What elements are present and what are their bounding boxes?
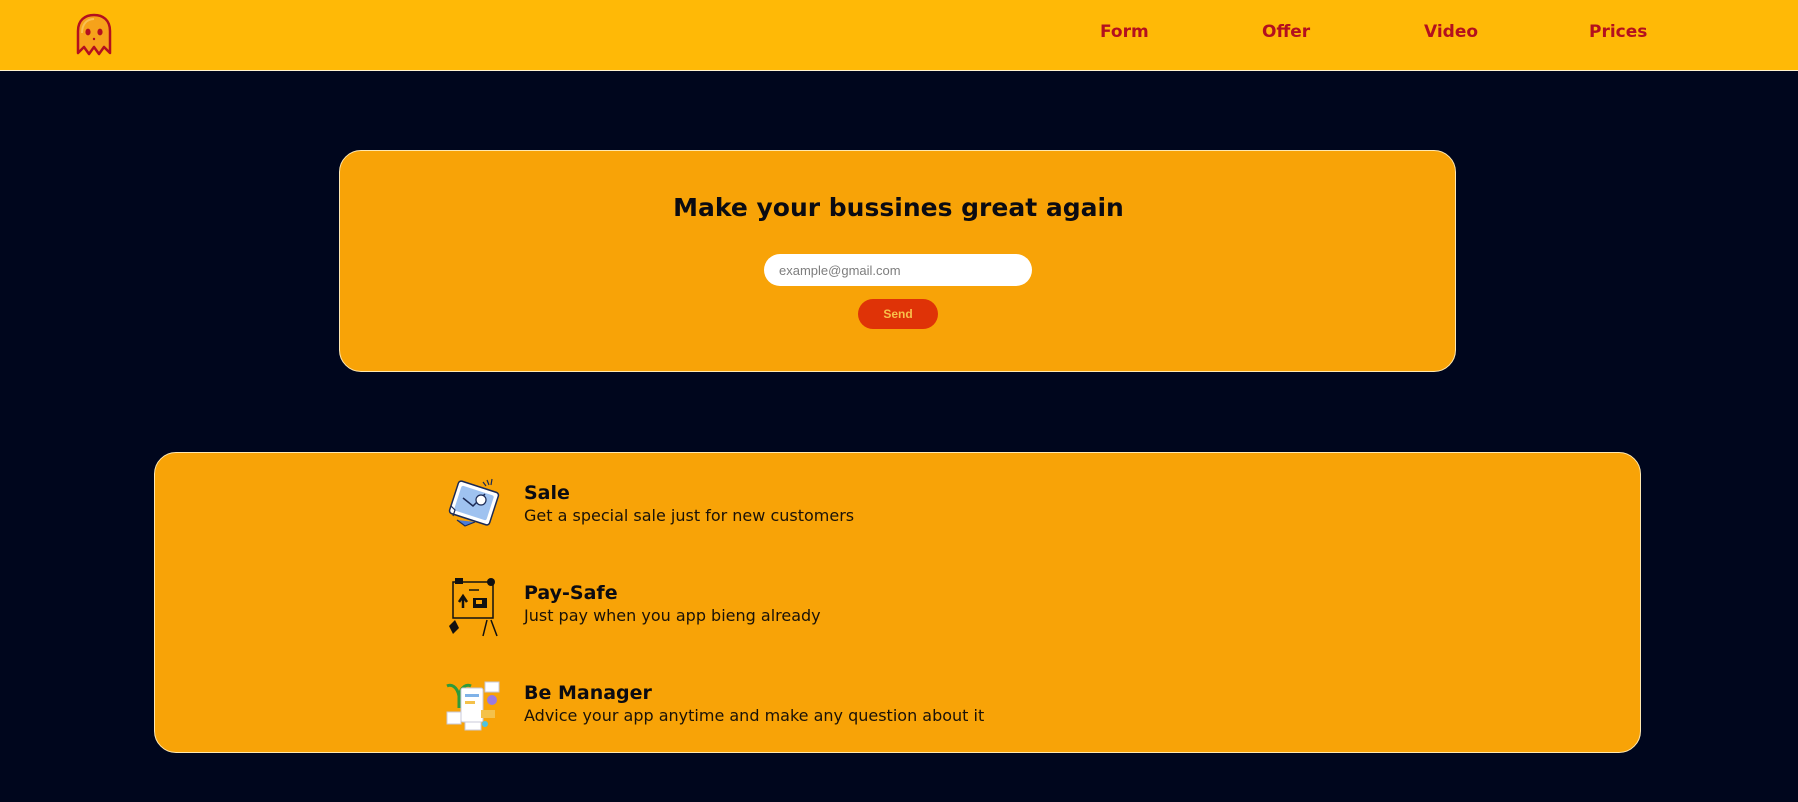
features-panel: Sale Get a special sale just for new cus… — [154, 452, 1641, 753]
email-input[interactable] — [764, 254, 1032, 286]
feature-item-sale: Sale Get a special sale just for new cus… — [445, 476, 1145, 540]
nav-link-form[interactable]: Form — [1100, 22, 1149, 42]
nav-link-video[interactable]: Video — [1424, 22, 1478, 42]
signup-panel: Make your bussines great again Send — [339, 150, 1456, 372]
pay-safe-illustration-icon — [445, 576, 503, 638]
nav-link-offer[interactable]: Offer — [1262, 22, 1310, 42]
feature-item-be-manager: Be Manager Advice your app anytime and m… — [445, 676, 1145, 740]
send-button[interactable]: Send — [858, 299, 938, 329]
feature-title: Pay-Safe — [524, 582, 618, 604]
manager-illustration-icon — [445, 676, 503, 738]
feature-title: Be Manager — [524, 682, 652, 704]
nav-link-prices[interactable]: Prices — [1589, 22, 1647, 42]
feature-description: Just pay when you app bieng already — [524, 606, 821, 625]
navbar: Form Offer Video Prices — [0, 0, 1798, 71]
ghost-logo-icon[interactable] — [74, 13, 114, 57]
feature-description: Advice your app anytime and make any que… — [524, 706, 985, 725]
feature-description: Get a special sale just for new customer… — [524, 506, 855, 525]
hero-title: Make your bussines great again — [673, 193, 1124, 222]
feature-item-pay-safe: Pay-Safe Just pay when you app bieng alr… — [445, 576, 1145, 640]
sale-illustration-icon — [445, 476, 503, 538]
feature-title: Sale — [524, 482, 570, 504]
